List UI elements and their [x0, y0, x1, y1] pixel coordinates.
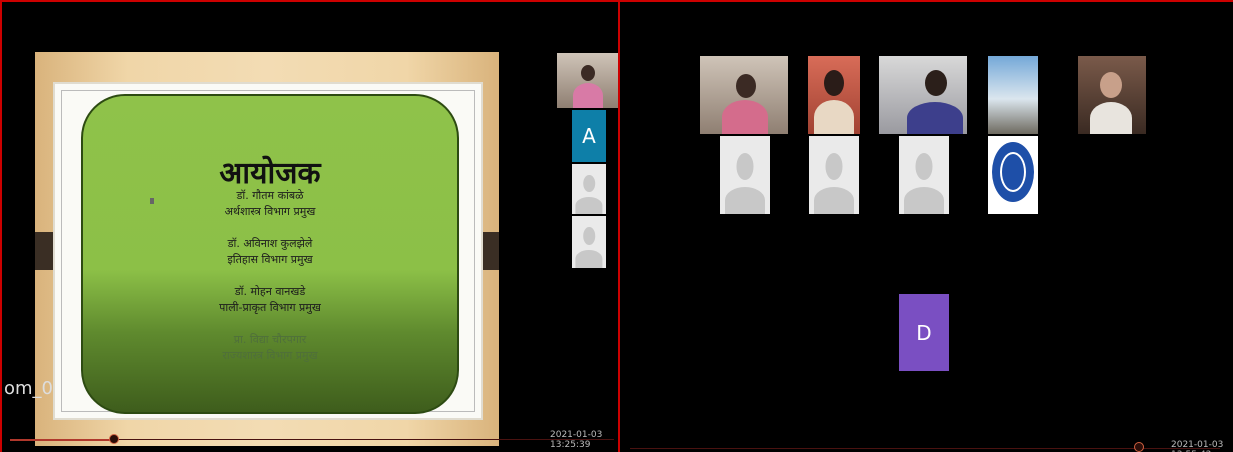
- participant-placeholder-2[interactable]: [572, 216, 606, 268]
- room-label: om_0: [4, 378, 53, 399]
- participant-body: [573, 83, 603, 108]
- participant-head: [1100, 72, 1122, 98]
- left-video-pane: आयोजक डॉ. गौतम कांबळे अर्थशास्त्र विभाग …: [0, 0, 619, 452]
- avatar-d[interactable]: D: [899, 294, 949, 371]
- playback-track: [114, 439, 614, 440]
- participant-body: [907, 102, 963, 134]
- participant-placeholder-3[interactable]: [720, 136, 770, 214]
- participant-head: [824, 70, 844, 96]
- slide-line-2: अर्थशास्त्र विभाग प्रमुख: [224, 205, 316, 218]
- college-logo-ring: [1000, 152, 1026, 192]
- participant-body: [814, 100, 854, 134]
- right-video-pane: D 2021-01-03 13:55:42: [619, 0, 1233, 452]
- participant-body: [722, 100, 768, 134]
- participant-placeholder-1[interactable]: [572, 164, 606, 214]
- shared-slide: आयोजक डॉ. गौतम कांबळे अर्थशास्त्र विभाग …: [35, 52, 499, 446]
- slide-line-7: प्रा. विद्या चौरपगार: [233, 333, 307, 346]
- participant-video-3[interactable]: [808, 56, 860, 134]
- participant-video-4[interactable]: [879, 56, 967, 134]
- slide-line-4: इतिहास विभाग प्रमुख: [227, 253, 313, 266]
- playback-progress: [10, 439, 114, 441]
- participant-head: [925, 70, 947, 96]
- slide-line-1: डॉ. गौतम कांबळे: [236, 189, 304, 202]
- slide-line-8: राज्यशास्त्र विभाग प्रमुख: [222, 349, 318, 362]
- right-playback-scrubber[interactable]: [1134, 442, 1144, 452]
- participant-video-6[interactable]: [1078, 56, 1146, 134]
- participant-placeholder-4[interactable]: [809, 136, 859, 214]
- slide-title: आयोजक: [219, 156, 321, 191]
- participant-video-5[interactable]: [988, 56, 1038, 134]
- participant-video-1[interactable]: [557, 53, 618, 108]
- participant-head: [736, 74, 756, 98]
- slide-line-5: डॉ. मोहन वानखडे: [234, 285, 306, 298]
- playback-scrubber[interactable]: [109, 434, 119, 444]
- slide-line-6: पाली-प्राकृत विभाग प्रमुख: [219, 301, 321, 314]
- right-playback-track: [630, 448, 1220, 449]
- organizers-card: आयोजक डॉ. गौतम कांबळे अर्थशास्त्र विभाग …: [81, 94, 459, 414]
- mouse-cursor: [150, 198, 154, 204]
- participant-video-2[interactable]: [700, 56, 788, 134]
- participant-body: [1090, 102, 1132, 134]
- slide-line-3: डॉ. अविनाश कुलझेले: [227, 237, 313, 250]
- right-timestamp: 2021-01-03 13:55:42: [1171, 440, 1224, 452]
- avatar-a[interactable]: A: [572, 110, 606, 162]
- participant-head: [581, 65, 595, 81]
- left-timestamp: 2021-01-03 13:25:39: [550, 430, 603, 450]
- participant-placeholder-5[interactable]: [899, 136, 949, 214]
- college-logo-tile[interactable]: [988, 136, 1038, 214]
